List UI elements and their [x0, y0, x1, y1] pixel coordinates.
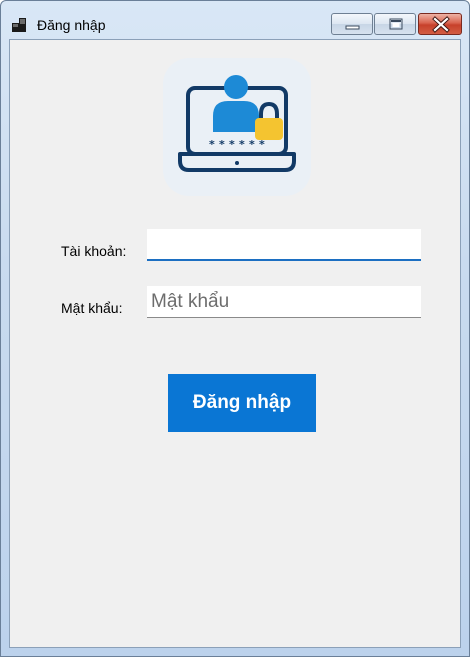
- username-label: Tài khoản:: [61, 243, 127, 259]
- svg-text:*: *: [219, 138, 225, 151]
- form-body: * * * * * * Tài khoản: Mật khẩu: Đăng nhập: [9, 39, 461, 648]
- close-icon: [432, 16, 450, 33]
- login-button[interactable]: Đăng nhập: [168, 374, 316, 432]
- login-window: Đăng nhập * * * * * * Tài khoản: Mật khẩ…: [0, 0, 470, 657]
- user-laptop-lock-icon: * * * * * *: [178, 75, 296, 172]
- svg-text:*: *: [259, 138, 265, 151]
- minimize-icon: [345, 25, 360, 30]
- title-bar[interactable]: Đăng nhập: [1, 1, 469, 39]
- svg-text:*: *: [239, 138, 245, 151]
- close-button[interactable]: [418, 13, 462, 35]
- app-form-icon: [12, 16, 30, 34]
- svg-text:*: *: [209, 138, 215, 151]
- svg-text:*: *: [229, 138, 235, 151]
- password-field[interactable]: [147, 286, 421, 318]
- svg-text:*: *: [249, 138, 255, 151]
- password-input[interactable]: [147, 286, 421, 317]
- window-title: Đăng nhập: [37, 17, 106, 33]
- password-label: Mật khẩu:: [61, 300, 123, 316]
- username-input[interactable]: [147, 229, 421, 259]
- username-field[interactable]: [147, 229, 421, 261]
- maximize-icon: [389, 18, 403, 30]
- logo-tile: * * * * * *: [163, 58, 311, 196]
- minimize-button[interactable]: [331, 13, 373, 35]
- maximize-button[interactable]: [374, 13, 416, 35]
